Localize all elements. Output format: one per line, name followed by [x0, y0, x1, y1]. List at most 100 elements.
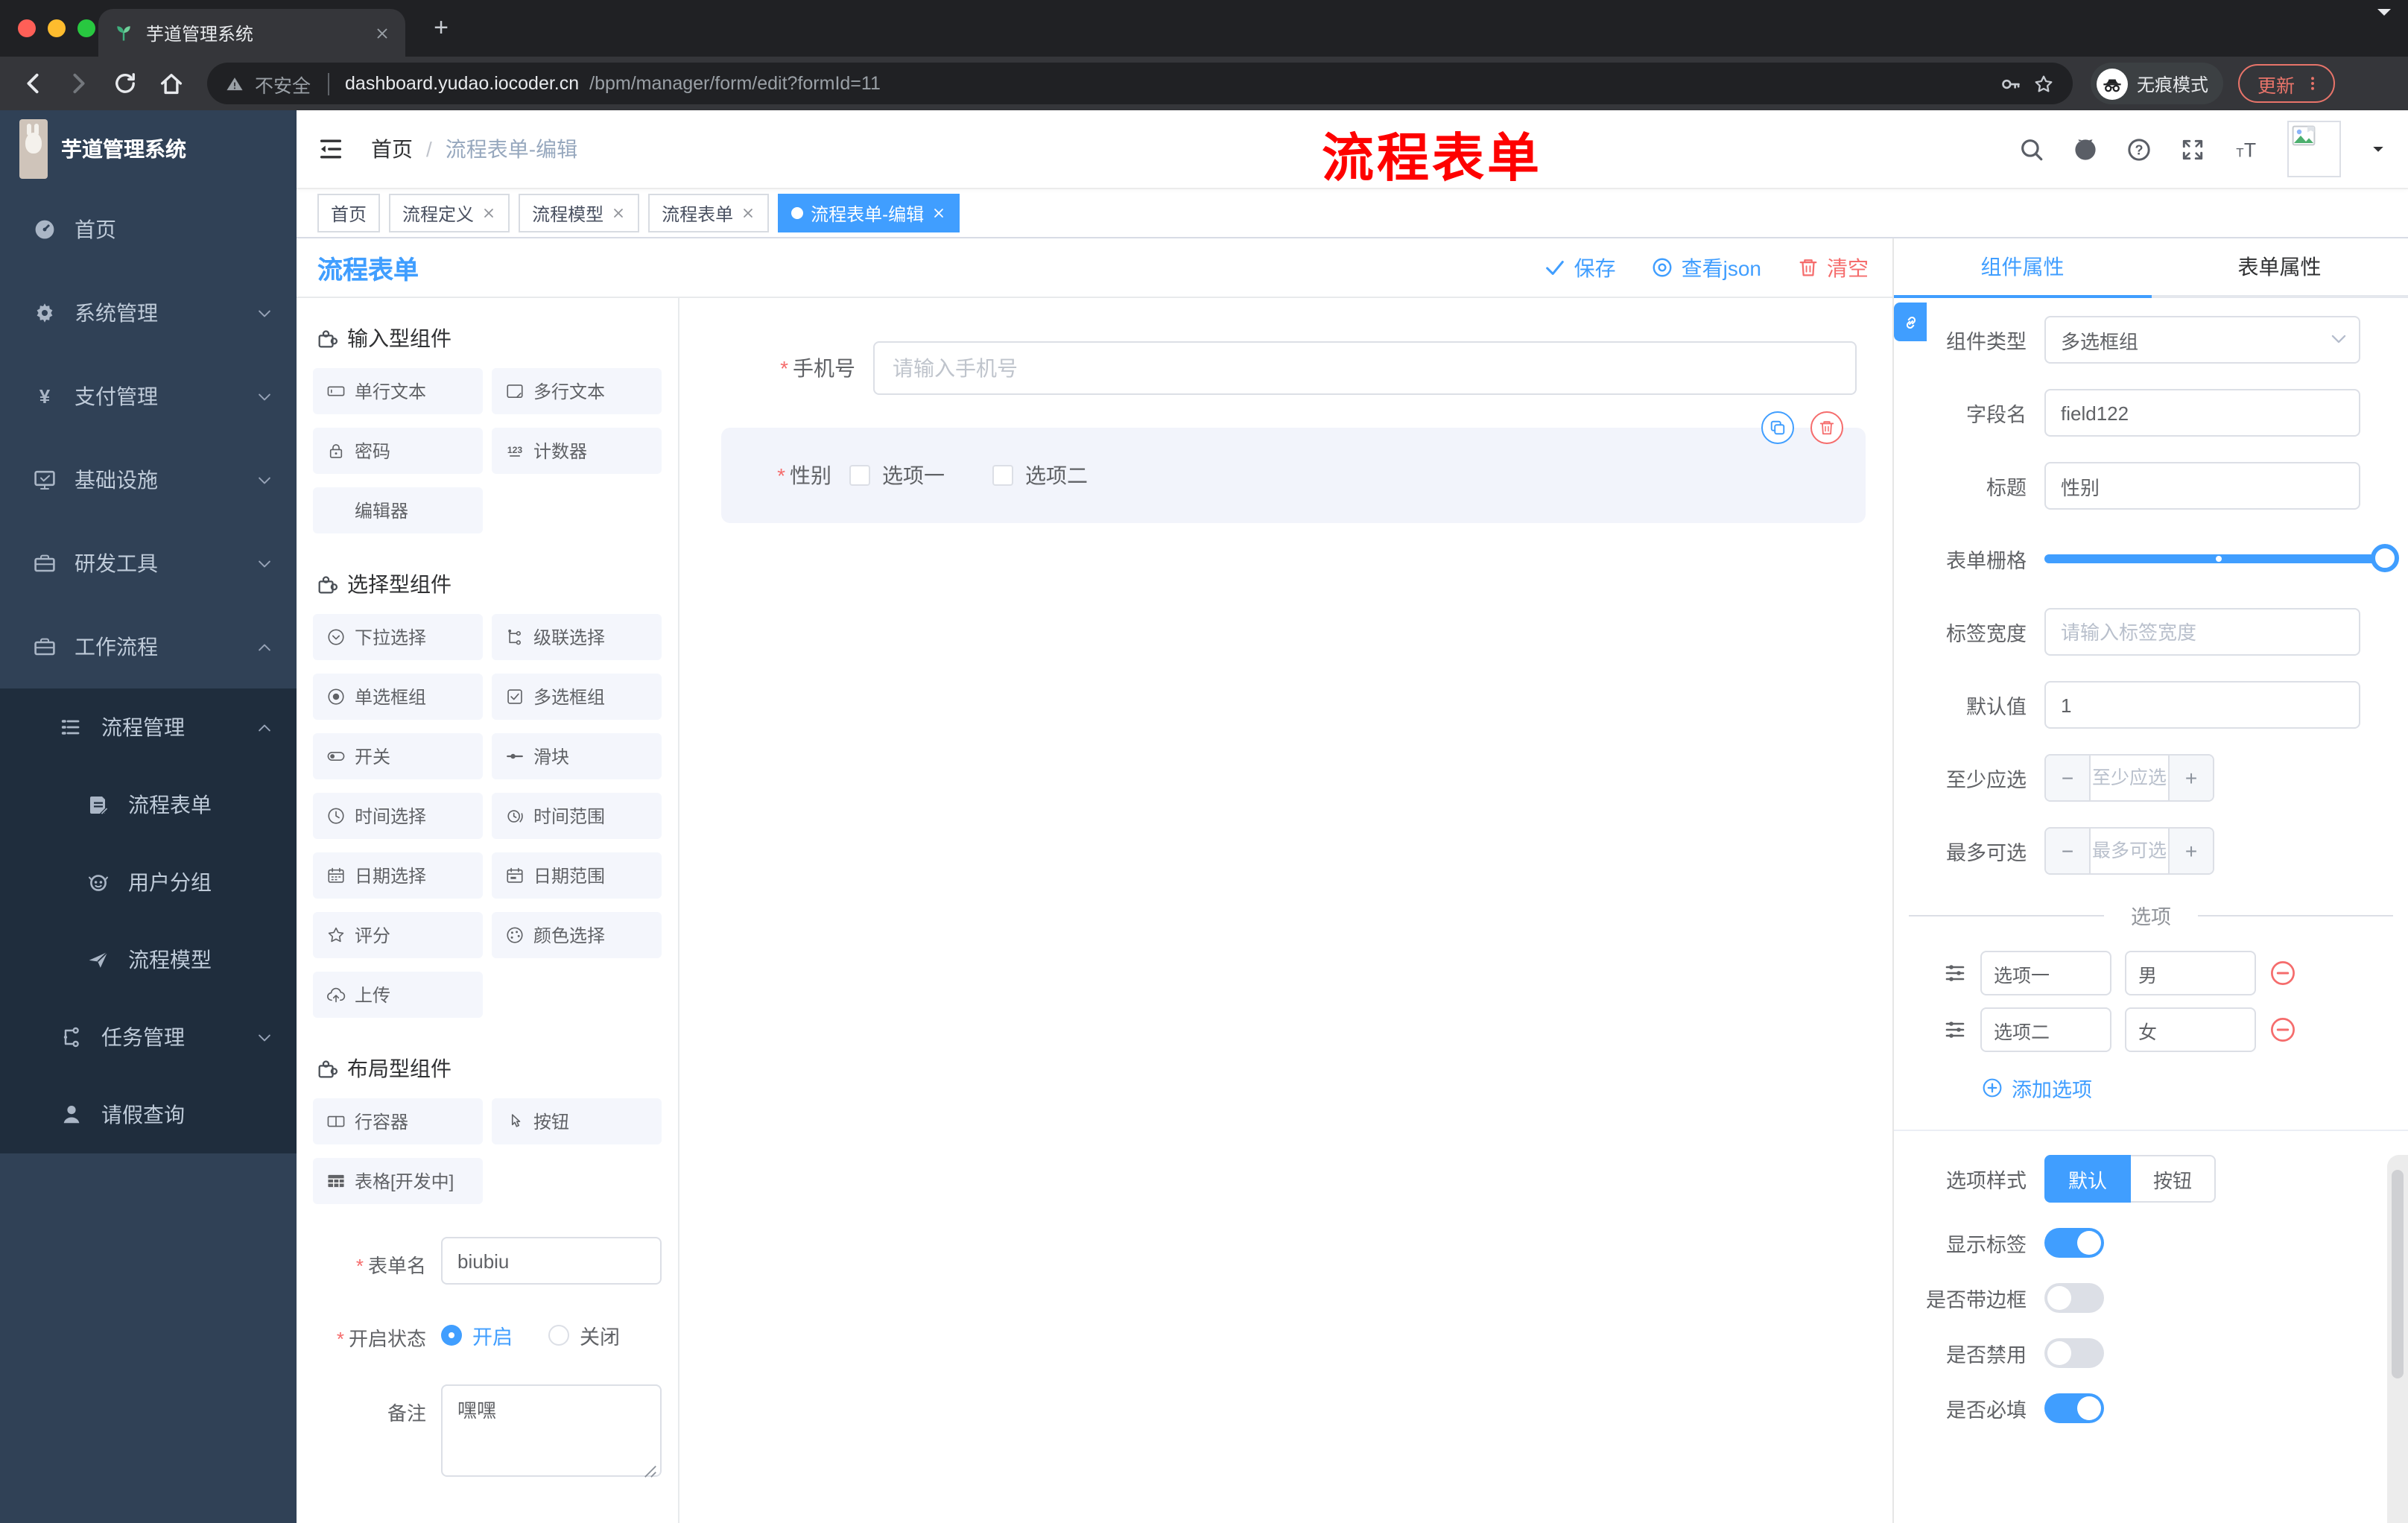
- border-switch[interactable]: [2044, 1283, 2104, 1313]
- form-grid-slider[interactable]: [2044, 535, 2399, 583]
- option-value-input[interactable]: [2125, 951, 2256, 995]
- not-secure-warning-icon[interactable]: [225, 74, 244, 93]
- delete-component-button[interactable]: [1810, 411, 1843, 444]
- palette-item-checkbox-group[interactable]: 多选框组: [492, 674, 662, 720]
- drag-handle-icon[interactable]: [1943, 961, 1967, 985]
- sidebar-item-leave-query[interactable]: 请假查询: [0, 1076, 297, 1153]
- scrollbar-track[interactable]: [2387, 1155, 2408, 1523]
- checkbox-unchecked[interactable]: [849, 465, 870, 486]
- close-window-button[interactable]: [18, 19, 36, 37]
- palette-item-editor[interactable]: 编辑器: [313, 487, 483, 533]
- tag-chip-process-model[interactable]: 流程模型: [519, 194, 640, 232]
- password-key-icon[interactable]: [2000, 72, 2022, 95]
- sidebar-item-process-form[interactable]: 流程表单: [0, 766, 297, 843]
- palette-item-upload[interactable]: 上传: [313, 972, 483, 1018]
- user-menu-caret-icon[interactable]: [2369, 140, 2387, 158]
- palette-item-row-container[interactable]: 行容器: [313, 1098, 483, 1144]
- home-icon[interactable]: [158, 70, 185, 97]
- security-label[interactable]: 不安全: [255, 69, 311, 98]
- sidebar-item-home[interactable]: 首页: [0, 188, 297, 271]
- fullscreen-icon[interactable]: [2180, 136, 2205, 162]
- option-name-input[interactable]: [1980, 1007, 2111, 1052]
- close-icon[interactable]: [481, 206, 496, 221]
- palette-item-button[interactable]: 按钮: [492, 1098, 662, 1144]
- help-icon[interactable]: ?: [2126, 136, 2152, 162]
- avatar[interactable]: [2287, 121, 2341, 177]
- title-input[interactable]: [2044, 462, 2360, 510]
- github-icon[interactable]: [2073, 136, 2098, 162]
- option-value-input[interactable]: [2125, 1007, 2256, 1052]
- sidebar-item-devtools[interactable]: 研发工具: [0, 522, 297, 605]
- palette-item-multi-text[interactable]: 多行文本: [492, 368, 662, 414]
- palette-item-single-text[interactable]: 单行文本: [313, 368, 483, 414]
- sidebar-item-workflow[interactable]: 工作流程: [0, 605, 297, 688]
- tab-close-icon[interactable]: [374, 25, 390, 41]
- tag-chip-process-def[interactable]: 流程定义: [389, 194, 510, 232]
- address-bar[interactable]: 不安全 dashboard.yudao.iocoder.cn/bpm/manag…: [207, 63, 2073, 104]
- remove-option-icon[interactable]: [2269, 960, 2296, 987]
- style-button-button[interactable]: 按钮: [2131, 1155, 2217, 1203]
- palette-item-time[interactable]: 时间选择: [313, 793, 483, 839]
- tag-chip-home[interactable]: 首页: [317, 194, 381, 232]
- decrement-button[interactable]: −: [2046, 829, 2091, 873]
- sidebar-item-process-mgmt[interactable]: 流程管理: [0, 688, 297, 766]
- show-label-switch[interactable]: [2044, 1228, 2104, 1258]
- decrement-button[interactable]: −: [2046, 756, 2091, 800]
- palette-item-table[interactable]: 表格[开发中]: [313, 1158, 483, 1204]
- component-type-value[interactable]: [2044, 316, 2360, 364]
- font-size-icon[interactable]: TT: [2234, 136, 2259, 162]
- sidebar-item-task-mgmt[interactable]: 任务管理: [0, 998, 297, 1076]
- slider-handle[interactable]: [2371, 544, 2399, 572]
- disabled-switch[interactable]: [2044, 1338, 2104, 1368]
- palette-item-cascader[interactable]: 级联选择: [492, 614, 662, 660]
- reload-icon[interactable]: [112, 70, 139, 97]
- palette-item-rate[interactable]: 评分: [313, 912, 483, 958]
- resize-handle-icon[interactable]: [644, 1465, 657, 1478]
- duplicate-component-button[interactable]: [1761, 411, 1794, 444]
- palette-item-password[interactable]: 密码: [313, 428, 483, 474]
- sidebar-item-system[interactable]: 系统管理: [0, 271, 297, 355]
- close-icon[interactable]: [741, 206, 755, 221]
- palette-item-switch[interactable]: 开关: [313, 733, 483, 779]
- browser-tab[interactable]: 芋道管理系统: [98, 9, 405, 57]
- close-icon[interactable]: [931, 206, 946, 221]
- canvas-field-phone[interactable]: 手机号: [679, 341, 1892, 395]
- component-type-select[interactable]: [2044, 316, 2360, 364]
- drag-handle-icon[interactable]: [1943, 1018, 1967, 1042]
- breadcrumb-home[interactable]: 首页: [371, 134, 413, 164]
- slider-track[interactable]: [2044, 544, 2399, 572]
- field-name-input[interactable]: [2044, 389, 2360, 437]
- checkbox-unchecked[interactable]: [992, 465, 1013, 486]
- form-name-input[interactable]: [441, 1237, 662, 1285]
- min-select-input[interactable]: [2091, 756, 2168, 800]
- bookmark-star-icon[interactable]: [2032, 72, 2055, 95]
- browser-menu-dots-icon[interactable]: [2304, 73, 2322, 94]
- style-default-button[interactable]: 默认: [2044, 1155, 2132, 1203]
- close-icon[interactable]: [611, 206, 626, 221]
- label-width-input[interactable]: [2044, 608, 2360, 656]
- add-option-button[interactable]: 添加选项: [1982, 1073, 2408, 1103]
- minimize-window-button[interactable]: [48, 19, 66, 37]
- option-name-input[interactable]: [1980, 951, 2111, 995]
- default-value-input[interactable]: [2044, 681, 2360, 729]
- back-icon[interactable]: [19, 70, 46, 97]
- update-chrome-button[interactable]: 更新: [2238, 64, 2336, 103]
- clear-button[interactable]: 清空: [1797, 253, 1869, 282]
- collapse-sidebar-icon[interactable]: [317, 136, 344, 162]
- gender-option-2[interactable]: 选项二: [992, 460, 1088, 490]
- palette-item-date[interactable]: 日期选择: [313, 852, 483, 899]
- new-tab-button[interactable]: +: [423, 10, 459, 46]
- sidebar-item-infra[interactable]: 基础设施: [0, 438, 297, 522]
- search-icon[interactable]: [2019, 136, 2044, 162]
- view-json-button[interactable]: 查看json: [1652, 253, 1761, 282]
- forward-icon[interactable]: [66, 70, 92, 97]
- status-radio-on[interactable]: 开启: [441, 1320, 513, 1350]
- palette-item-time-range[interactable]: 时间范围: [492, 793, 662, 839]
- tag-chip-form-edit-active[interactable]: 流程表单-编辑: [778, 194, 960, 232]
- remove-option-icon[interactable]: [2269, 1016, 2296, 1043]
- phone-input[interactable]: [873, 341, 1857, 395]
- palette-item-select[interactable]: 下拉选择: [313, 614, 483, 660]
- save-button[interactable]: 保存: [1544, 253, 1616, 282]
- status-radio-off[interactable]: 关闭: [548, 1320, 620, 1350]
- collapse-panel-handle[interactable]: [1894, 303, 1927, 341]
